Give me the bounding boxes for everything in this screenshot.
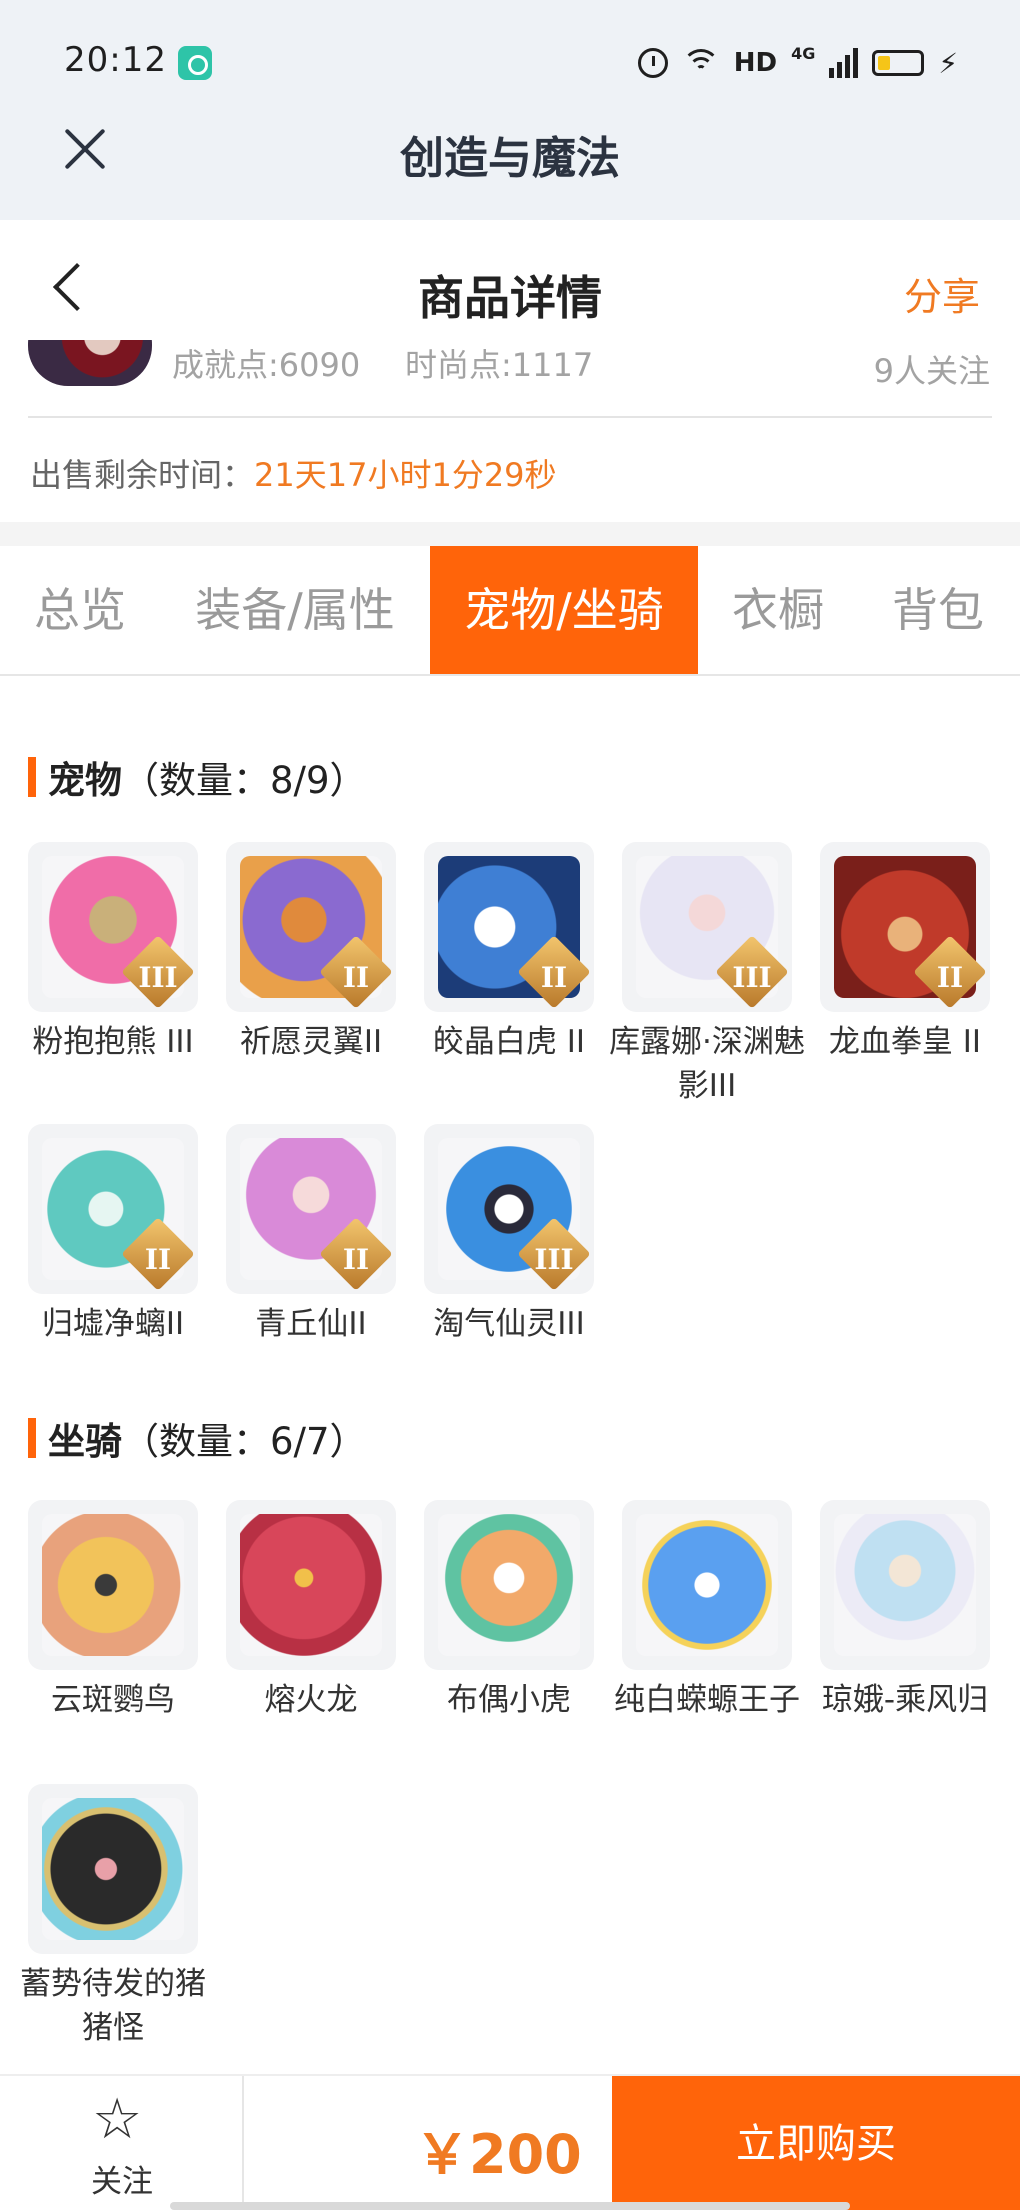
- bottom-action-bar: ☆ 关注 ￥200 立即购买: [0, 2074, 1020, 2210]
- pet-item[interactable]: II 龙血拳皇 II: [806, 842, 1004, 1064]
- section-marker: [28, 1418, 36, 1458]
- mount-thumbnail: [622, 1500, 792, 1670]
- pet-name: 粉抱抱熊 III: [32, 1024, 194, 1060]
- tier-badge-text: III: [138, 961, 178, 994]
- mount-name: 布偶小虎: [447, 1682, 571, 1718]
- mount-thumbnail: [28, 1500, 198, 1670]
- mounts-count: （数量：6/7）: [122, 1420, 367, 1463]
- pet-name: 归墟净螭II: [41, 1306, 185, 1342]
- mount-item[interactable]: 熔火龙: [212, 1500, 410, 1722]
- pet-thumbnail: II: [28, 1124, 198, 1294]
- status-icons: HD 4G ⚡: [637, 44, 958, 82]
- share-button[interactable]: 分享: [904, 266, 980, 321]
- pet-name: 龙血拳皇 II: [828, 1024, 982, 1060]
- tab-wardrobe[interactable]: 衣橱: [708, 546, 848, 674]
- fashion-points: 时尚点:1117: [405, 346, 594, 384]
- section-gap: [0, 522, 1020, 546]
- pet-thumbnail: III: [622, 842, 792, 1012]
- battery-icon: [872, 50, 925, 76]
- network-type: 4G: [791, 44, 816, 63]
- pets-section-title: 宠物 （数量：8/9）: [28, 750, 367, 804]
- tier-badge-text: II: [342, 1243, 370, 1276]
- pets-section-name: 宠物: [48, 759, 122, 802]
- app-notification-icon: [178, 46, 212, 80]
- follow-label: 关注: [91, 2164, 153, 2200]
- pet-thumbnail: III: [28, 842, 198, 1012]
- app-header: 创造与魔法: [0, 100, 1020, 220]
- tab-equipment[interactable]: 装备/属性: [170, 546, 420, 674]
- alarm-icon: [637, 48, 668, 78]
- tier-badge-text: II: [342, 961, 370, 994]
- pet-thumbnail: II: [820, 842, 990, 1012]
- tab-overview[interactable]: 总览: [0, 546, 160, 674]
- follow-button[interactable]: ☆ 关注: [0, 2076, 244, 2210]
- pet-item[interactable]: II 皎晶白虎 II: [410, 842, 608, 1064]
- follower-count: 9人关注: [873, 352, 990, 390]
- tab-bag[interactable]: 背包: [868, 546, 1008, 674]
- pet-thumbnail: III: [424, 1124, 594, 1294]
- mount-name: 琼娥-乘风归: [821, 1682, 989, 1718]
- mounts-section-title: 坐骑 （数量：6/7）: [28, 1411, 367, 1465]
- tier-badge-text: II: [540, 961, 568, 994]
- divider: [28, 416, 992, 418]
- mount-thumbnail: [424, 1500, 594, 1670]
- mount-item[interactable]: 布偶小虎: [410, 1500, 608, 1722]
- pet-item[interactable]: II 归墟净螭II: [14, 1124, 212, 1346]
- pet-item[interactable]: III 粉抱抱熊 III: [14, 842, 212, 1064]
- mount-thumbnail: [28, 1784, 198, 1954]
- mount-thumbnail: [820, 1500, 990, 1670]
- pet-name: 皎晶白虎 II: [432, 1024, 586, 1060]
- mount-thumbnail: [226, 1500, 396, 1670]
- star-icon: ☆: [92, 2087, 143, 2152]
- network-label: HD: [733, 48, 778, 78]
- tier-badge-text: II: [144, 1243, 172, 1276]
- seller-info-row: 成就点:6090 时尚点:1117 9人关注: [0, 340, 1020, 400]
- mount-item[interactable]: 蓄势待发的猪猪怪: [14, 1784, 212, 2050]
- pet-thumbnail: II: [424, 842, 594, 1012]
- page-title: 商品详情: [418, 271, 602, 325]
- pet-item[interactable]: III 库露娜·深渊魅影III: [608, 842, 806, 1108]
- status-time: 20:12: [64, 40, 167, 80]
- pet-name: 库露娜·深渊魅影III: [609, 1024, 805, 1104]
- charging-icon: ⚡: [938, 46, 958, 80]
- pet-name: 青丘仙II: [255, 1306, 367, 1342]
- app-title: 创造与魔法: [400, 133, 620, 184]
- sale-time-value: 21天17小时1分29秒: [254, 456, 557, 494]
- mount-item[interactable]: 纯白蝾螈王子: [608, 1500, 806, 1722]
- sale-remaining-time: 出售剩余时间：21天17小时1分29秒: [30, 450, 557, 496]
- wifi-icon: [681, 49, 720, 77]
- tier-badge-text: II: [936, 961, 964, 994]
- top-shell: 20:12 HD 4G ⚡ 创造与魔法: [0, 0, 1020, 220]
- tab-pets-mounts[interactable]: 宠物/坐骑: [430, 546, 698, 674]
- home-indicator: [170, 2202, 850, 2210]
- avatar: [28, 340, 152, 386]
- section-marker: [28, 757, 36, 797]
- pet-name: 祈愿灵翼II: [239, 1024, 383, 1060]
- pet-item[interactable]: II 青丘仙II: [212, 1124, 410, 1346]
- mounts-section-name: 坐骑: [48, 1420, 122, 1463]
- mount-name: 纯白蝾螈王子: [614, 1682, 800, 1718]
- tier-badge-text: III: [732, 961, 772, 994]
- tab-bar: 总览 装备/属性 宠物/坐骑 衣橱 背包: [0, 546, 1020, 676]
- sale-time-label: 出售剩余时间：: [30, 456, 255, 494]
- nav-bar: 商品详情 分享: [0, 220, 1020, 355]
- pet-thumbnail: II: [226, 842, 396, 1012]
- mount-name: 云斑鹦鸟: [51, 1682, 175, 1718]
- price: ￥200: [415, 2123, 582, 2186]
- pet-thumbnail: II: [226, 1124, 396, 1294]
- mount-item[interactable]: 云斑鹦鸟: [14, 1500, 212, 1722]
- mount-item[interactable]: 琼娥-乘风归: [806, 1500, 1004, 1722]
- pets-count: （数量：8/9）: [122, 759, 367, 802]
- pet-item[interactable]: II 祈愿灵翼II: [212, 842, 410, 1064]
- pet-item[interactable]: III 淘气仙灵III: [410, 1124, 608, 1346]
- signal-icon: [829, 48, 859, 78]
- pet-name: 淘气仙灵III: [433, 1306, 585, 1342]
- mount-name: 蓄势待发的猪猪怪: [20, 1966, 206, 2046]
- mount-name: 熔火龙: [264, 1682, 358, 1718]
- tier-badge-text: III: [534, 1243, 574, 1276]
- buy-now-button[interactable]: 立即购买: [612, 2076, 1020, 2210]
- achievement-points: 成就点:6090: [172, 346, 361, 384]
